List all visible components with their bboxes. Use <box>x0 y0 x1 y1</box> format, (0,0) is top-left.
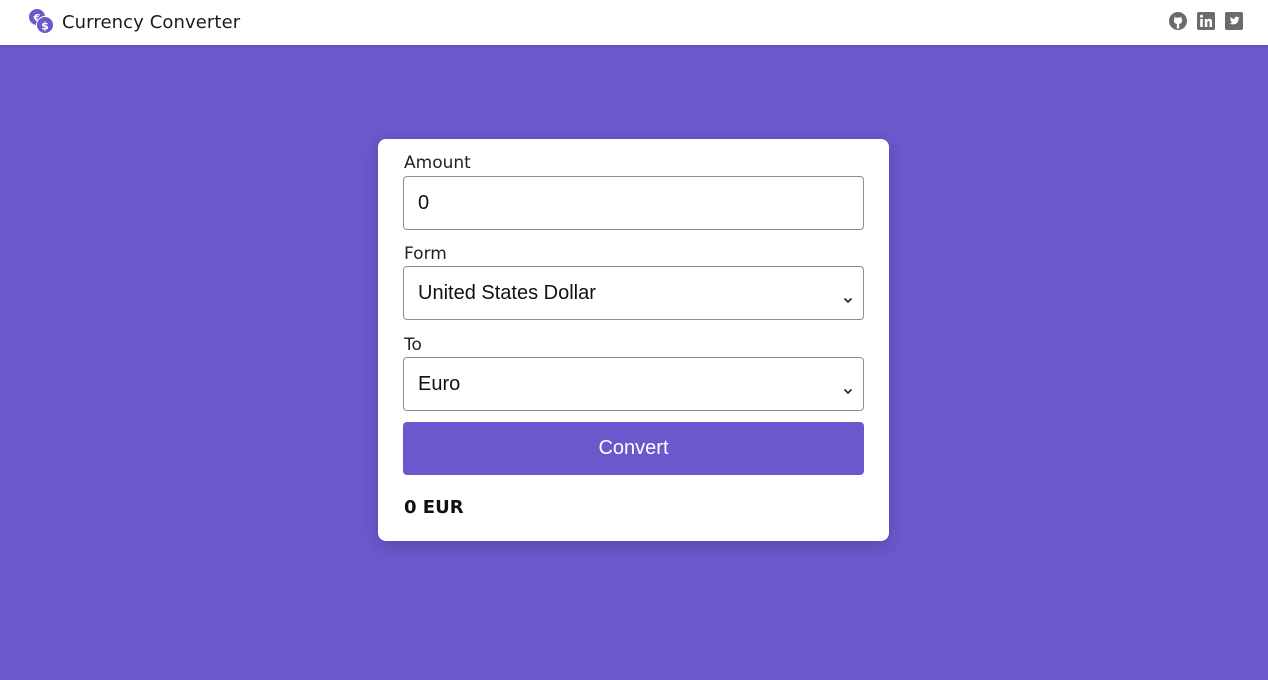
from-label: Form <box>404 244 447 264</box>
chevron-down-icon <box>843 379 853 395</box>
twitter-icon[interactable] <box>1224 11 1244 31</box>
converter-card: Amount Form United States Dollar To Euro… <box>378 139 889 541</box>
to-label: To <box>404 335 422 355</box>
navbar: € $ Currency Converter <box>0 0 1268 45</box>
app-title: Currency Converter <box>62 11 241 33</box>
to-currency-select[interactable]: Euro <box>403 357 864 411</box>
github-icon[interactable] <box>1168 11 1188 31</box>
from-currency-value: United States Dollar <box>418 281 596 304</box>
amount-input[interactable] <box>418 191 849 215</box>
linkedin-icon[interactable] <box>1196 11 1216 31</box>
chevron-down-icon <box>843 288 853 304</box>
conversion-result: 0 EUR <box>404 497 464 518</box>
brand[interactable]: € $ Currency Converter <box>28 8 240 36</box>
social-links <box>1168 11 1244 31</box>
amount-label: Amount <box>404 153 471 173</box>
to-currency-value: Euro <box>418 372 461 395</box>
currency-exchange-icon: € $ <box>28 8 56 36</box>
from-currency-select[interactable]: United States Dollar <box>403 266 864 320</box>
amount-field[interactable] <box>403 176 864 230</box>
convert-button[interactable]: Convert <box>403 422 864 475</box>
svg-text:$: $ <box>41 20 49 33</box>
